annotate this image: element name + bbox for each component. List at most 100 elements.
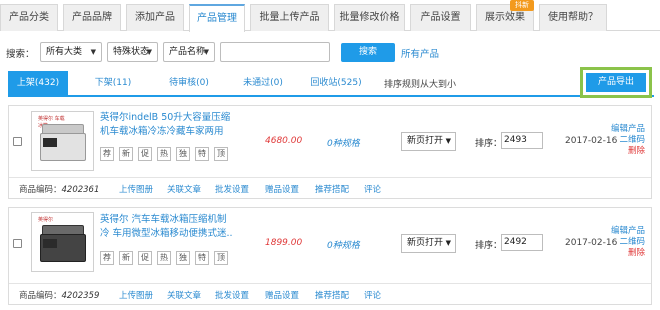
flag-recommend[interactable]: 荐 [100,251,114,265]
product-date: 2017-02-16 [565,136,618,146]
qrcode-link[interactable]: 二维码 [611,237,645,248]
product-row: 英得尔 英得尔 汽车车载冰箱压缩机制冷 车用微型冰箱移动便携式迷.. 荐 新 促… [9,208,651,278]
top-tab-bar: 产品分类 产品品牌 添加产品 产品管理 批量上传产品 批量修改价格 产品设置 展… [0,0,660,32]
open-mode-select[interactable]: 新页打开 ▼ [401,132,456,151]
comments-link[interactable]: 评论 [364,183,381,195]
product-price: 1899.00 [265,238,303,248]
search-label: 搜索： [6,49,35,60]
open-mode-select[interactable]: 新页打开 ▼ [401,234,456,253]
chevron-down-icon: ▼ [445,239,451,247]
upload-gallery-link[interactable]: 上传图册 [119,289,153,301]
gift-settings-link[interactable]: 赠品设置 [265,289,299,301]
field-select-value: 产品名称 [169,47,206,57]
edit-product-link[interactable]: 编辑产品 [611,124,645,135]
flag-promo[interactable]: 促 [138,251,152,265]
chevron-down-icon: ▼ [146,48,152,56]
search-input[interactable] [220,42,330,62]
product-thumbnail[interactable]: 英得尔 车载冰箱 [31,111,94,171]
status-tab-bar: 上架(432) 下架(11) 待审核(0) 未通过(0) 回收站(525) 排序… [8,71,654,97]
open-mode-value: 新页打开 [407,136,444,146]
product-footer: 商品编码：4202359 上传图册 关联文章 批发设置 赠品设置 推荐搭配 评论 [9,283,651,304]
brand-logo: 英得尔 车载冰箱 [38,116,65,129]
edit-product-link[interactable]: 编辑产品 [611,226,645,237]
category-select-value: 所有大类 [46,47,83,57]
spec-count-link[interactable]: 0种规格 [327,136,360,149]
new-badge: 抖新 [510,0,534,11]
tab-help[interactable]: 使用帮助？ [539,4,607,31]
control-panel [43,138,57,147]
product-row: 英得尔 车载冰箱 英得尔indelB 50升大容量压缩机车载冰箱冷冻冷藏车家两用… [9,106,651,176]
status-select[interactable]: 特殊状态 ▼ [107,42,158,62]
field-select[interactable]: 产品名称 ▼ [163,42,215,62]
order-input[interactable]: 2493 [501,132,543,149]
action-links: 编辑产品 二维码 删除 [611,226,645,259]
flag-hot[interactable]: 热 [157,251,171,265]
recommend-match-link[interactable]: 推荐搭配 [315,183,349,195]
flag-top[interactable]: 顶 [214,147,228,161]
product-code: 商品编码：4202361 [19,183,99,195]
flag-exclusive[interactable]: 独 [176,251,190,265]
delete-link[interactable]: 删除 [611,146,645,157]
subtab-pending[interactable]: 待审核(0) [158,71,220,95]
flag-promo[interactable]: 促 [138,147,152,161]
flag-recommend[interactable]: 荐 [100,147,114,161]
subtab-recycle-bin[interactable]: 回收站(525) [305,71,367,95]
select-checkbox[interactable] [13,239,22,248]
export-highlight: 产品导出 [580,67,652,98]
product-code-label: 商品编码： [19,291,62,301]
product-price: 4680.00 [265,136,303,146]
wholesale-settings-link[interactable]: 批发设置 [215,183,249,195]
flag-special[interactable]: 特 [195,147,209,161]
related-article-link[interactable]: 关联文章 [167,183,201,195]
export-button[interactable]: 产品导出 [586,73,646,92]
brand-logo: 英得尔 [38,217,54,223]
all-products-link[interactable]: 所有产品 [401,46,439,60]
flag-top[interactable]: 顶 [214,251,228,265]
product-code: 商品编码：4202359 [19,289,99,301]
upload-gallery-link[interactable]: 上传图册 [119,183,153,195]
tab-add-product[interactable]: 添加产品 [126,4,184,31]
control-panel [43,239,57,248]
flag-exclusive[interactable]: 独 [176,147,190,161]
product-title[interactable]: 英得尔 汽车车载冰箱压缩机制冷 车用微型冰箱移动便携式迷.. [100,213,235,240]
flag-new[interactable]: 新 [119,251,133,265]
tab-batch-upload[interactable]: 批量上传产品 [250,4,329,31]
flag-special[interactable]: 特 [195,251,209,265]
category-select[interactable]: 所有大类 ▼ [40,42,102,62]
flag-new[interactable]: 新 [119,147,133,161]
order-label: 排序： [475,139,503,149]
subtab-listed[interactable]: 上架(432) [8,71,68,95]
sort-rule-text: 排序规则从大到小 [384,80,457,90]
tab-product-manage[interactable]: 产品管理 [189,4,245,32]
tab-batch-price[interactable]: 批量修改价格 [334,4,405,31]
wholesale-settings-link[interactable]: 批发设置 [215,289,249,301]
product-code-value: 4202359 [61,291,100,301]
fridge-body [40,234,86,262]
select-checkbox[interactable] [13,137,22,146]
tab-product-brand[interactable]: 产品品牌 [63,4,121,31]
spec-count-link[interactable]: 0种规格 [327,238,360,251]
qrcode-link[interactable]: 二维码 [611,135,645,146]
chevron-down-icon: ▼ [203,48,209,56]
action-links: 编辑产品 二维码 删除 [611,124,645,157]
search-row: 搜索： 所有大类 ▼ 特殊状态 ▼ 产品名称 ▼ 搜索 所有产品 [0,41,660,63]
order-input[interactable]: 2492 [501,234,543,251]
product-card: 英得尔 车载冰箱 英得尔indelB 50升大容量压缩机车载冰箱冷冻冷藏车家两用… [8,105,652,199]
flag-hot[interactable]: 热 [157,147,171,161]
comments-link[interactable]: 评论 [364,289,381,301]
order-label: 排序： [475,241,503,251]
product-thumbnail[interactable]: 英得尔 [31,212,94,272]
subtab-unlisted[interactable]: 下架(11) [83,71,143,95]
tab-product-settings[interactable]: 产品设置 [410,4,471,31]
product-title[interactable]: 英得尔indelB 50升大容量压缩机车载冰箱冷冻冷藏车家两用 [100,111,235,138]
delete-link[interactable]: 删除 [611,248,645,259]
tab-product-category[interactable]: 产品分类 [0,4,58,31]
status-select-value: 特殊状态 [113,47,150,57]
product-date: 2017-02-16 [565,238,618,248]
subtab-rejected[interactable]: 未通过(0) [233,71,293,95]
product-code-label: 商品编码： [19,185,62,195]
gift-settings-link[interactable]: 赠品设置 [265,183,299,195]
search-button[interactable]: 搜索 [341,43,395,62]
recommend-match-link[interactable]: 推荐搭配 [315,289,349,301]
related-article-link[interactable]: 关联文章 [167,289,201,301]
